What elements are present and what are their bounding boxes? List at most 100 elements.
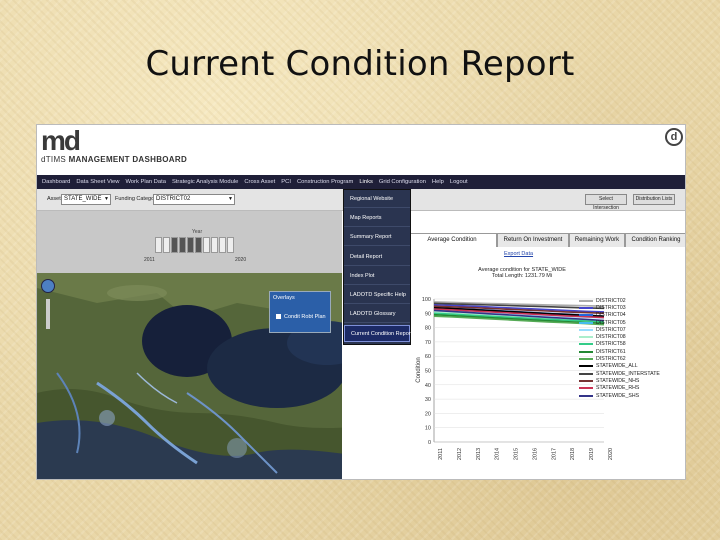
links-dropdown-menu: Regional Website Map Reports Summary Repor… xyxy=(343,189,412,345)
asset-select-value: STATE_WIDE xyxy=(64,196,102,202)
dashboard-label: MANAGEMENT DASHBOARD xyxy=(68,155,188,164)
asset-label: Asset xyxy=(47,196,61,202)
menu-item-logout[interactable]: Logout xyxy=(447,179,471,185)
legend-item: DISTRICT02 xyxy=(579,297,660,304)
legend-swatch xyxy=(579,387,593,390)
year-bar[interactable] xyxy=(219,237,226,253)
legend-swatch xyxy=(579,372,593,375)
legend-swatch xyxy=(579,328,593,331)
legend-label: STATEWIDE_SHS xyxy=(596,392,640,399)
zoom-slider[interactable] xyxy=(46,299,50,329)
select-intersection-button[interactable]: Select Intersection xyxy=(585,194,627,211)
legend-swatch xyxy=(579,350,593,353)
menu-item-help[interactable]: Help xyxy=(429,179,447,185)
dropdown-item-current-condition-report[interactable]: Current Condition Report xyxy=(344,325,412,343)
tab-average-condition[interactable]: Average Condition xyxy=(407,233,497,247)
y-tick-label: 20 xyxy=(425,411,431,417)
dtims-label: dTIMS xyxy=(41,155,67,164)
x-tick-label: 2020 xyxy=(608,448,614,460)
menu-item-dashboard[interactable]: Dashboard xyxy=(39,179,73,185)
x-tick-label: 2014 xyxy=(495,448,501,460)
map-navigation[interactable] xyxy=(41,279,55,329)
menu-item-cross-asset[interactable]: Cross Asset xyxy=(241,179,278,185)
legend-item: STATEWIDE_ALL xyxy=(579,363,660,370)
year-bar[interactable] xyxy=(163,237,170,253)
y-tick-label: 30 xyxy=(425,397,431,403)
year-bar[interactable] xyxy=(227,237,234,253)
dropdown-item-detail-report[interactable]: Detail Report xyxy=(344,249,410,266)
menu-item-work-plan-data[interactable]: Work Plan Data xyxy=(122,179,169,185)
legend-swatch xyxy=(579,394,593,397)
legend-item: STATEWIDE_RHS xyxy=(579,385,660,392)
legend-swatch xyxy=(579,343,593,346)
legend-swatch xyxy=(579,365,593,368)
legend-item: DISTRICT58 xyxy=(579,341,660,348)
year-bar[interactable] xyxy=(211,237,218,253)
y-tick-label: 50 xyxy=(425,369,431,375)
year-bar[interactable] xyxy=(171,237,178,253)
overlays-title: Overlays xyxy=(273,295,295,301)
menu-item-grid-configuration[interactable]: Grid Configuration xyxy=(376,179,429,185)
legend-item: DISTRICT62 xyxy=(579,355,660,362)
menu-item-strategic-analysis-module[interactable]: Strategic Analysis Module xyxy=(169,179,241,185)
asset-select[interactable]: STATE_WIDE ▼ xyxy=(61,194,111,205)
legend-label: DISTRICT62 xyxy=(596,356,626,363)
year-bar[interactable] xyxy=(155,237,162,253)
legend-item: STATEWIDE_INTERSTATE xyxy=(579,370,660,377)
year-bar[interactable] xyxy=(179,237,186,253)
legend-label: STATEWIDE_ALL xyxy=(596,363,638,370)
tab-return-on-investment[interactable]: Return On Investment xyxy=(497,233,569,247)
x-tick-label: 2018 xyxy=(570,448,576,460)
year-slider-panel: Year 2011 2020 xyxy=(37,211,342,273)
menu-item-data-sheet-view[interactable]: Data Sheet View xyxy=(73,179,122,185)
distribution-lists-button[interactable]: Distribution Lists xyxy=(633,194,675,205)
overlay-checkbox[interactable] xyxy=(276,314,281,319)
y-tick-label: 90 xyxy=(425,311,431,317)
x-tick-label: 2015 xyxy=(514,448,520,460)
legend-swatch xyxy=(579,306,593,309)
menu-item-construction-program[interactable]: Construction Program xyxy=(294,179,356,185)
legend-item: STATEWIDE_SHS xyxy=(579,392,660,399)
dashboard-screenshot: md dTIMS MANAGEMENT DASHBOARD d Dashboar… xyxy=(36,124,686,480)
menu-item-links[interactable]: Links xyxy=(356,179,376,185)
dropdown-item-summary-report[interactable]: Summary Report xyxy=(344,229,410,247)
x-tick-label: 2011 xyxy=(438,448,444,460)
md-logo: md xyxy=(41,125,81,156)
legend-swatch xyxy=(579,358,593,361)
legend-label: DISTRICT03 xyxy=(596,304,626,311)
dropdown-item-ladotd-glossary[interactable]: LADOTD Glossary xyxy=(344,306,410,324)
dropdown-item-index-plot[interactable]: Index Plot xyxy=(344,268,410,285)
year-label: Year xyxy=(192,229,203,235)
legend-label: STATEWIDE_NHS xyxy=(596,377,640,384)
y-tick-label: 0 xyxy=(428,440,431,446)
legend-swatch xyxy=(579,379,593,382)
chart-legend: DISTRICT02 DISTRICT03 DISTRICT04 DISTRICT05… xyxy=(579,297,660,399)
y-tick-label: 70 xyxy=(425,340,431,346)
funding-category-select[interactable]: DISTRICT02 ▼ xyxy=(153,194,235,205)
menu-item-pci[interactable]: PCI xyxy=(278,179,294,185)
tab-condition-ranking[interactable]: Condition Ranking xyxy=(625,233,685,247)
y-tick-label: 60 xyxy=(425,354,431,360)
legend-label: DISTRICT08 xyxy=(596,334,626,341)
funding-category-value: DISTRICT02 xyxy=(156,196,191,202)
x-tick-label: 2012 xyxy=(457,448,463,460)
dropdown-item-map-reports[interactable]: Map Reports xyxy=(344,210,410,228)
overlay-item-label: Condit Robt Plan xyxy=(284,314,326,320)
legend-swatch xyxy=(579,336,593,339)
legend-swatch xyxy=(579,314,593,317)
x-tick-label: 2013 xyxy=(476,448,482,460)
x-tick-label: 2019 xyxy=(589,448,595,460)
year-bar[interactable] xyxy=(187,237,194,253)
legend-item: DISTRICT61 xyxy=(579,348,660,355)
legend-label: STATEWIDE_RHS xyxy=(596,385,640,392)
dropdown-item-regional-website[interactable]: Regional Website xyxy=(344,191,410,208)
legend-item: DISTRICT07 xyxy=(579,326,660,333)
dropdown-item-ladotd-specific-help[interactable]: LADOTD Specific Help xyxy=(344,287,410,304)
tab-remaining-work[interactable]: Remaining Work xyxy=(569,233,625,247)
year-selector[interactable] xyxy=(155,237,234,253)
legend-item: DISTRICT04 xyxy=(579,312,660,319)
year-bar[interactable] xyxy=(203,237,210,253)
year-bar[interactable] xyxy=(195,237,202,253)
compass-icon[interactable] xyxy=(41,279,55,293)
legend-label: DISTRICT02 xyxy=(596,297,626,304)
